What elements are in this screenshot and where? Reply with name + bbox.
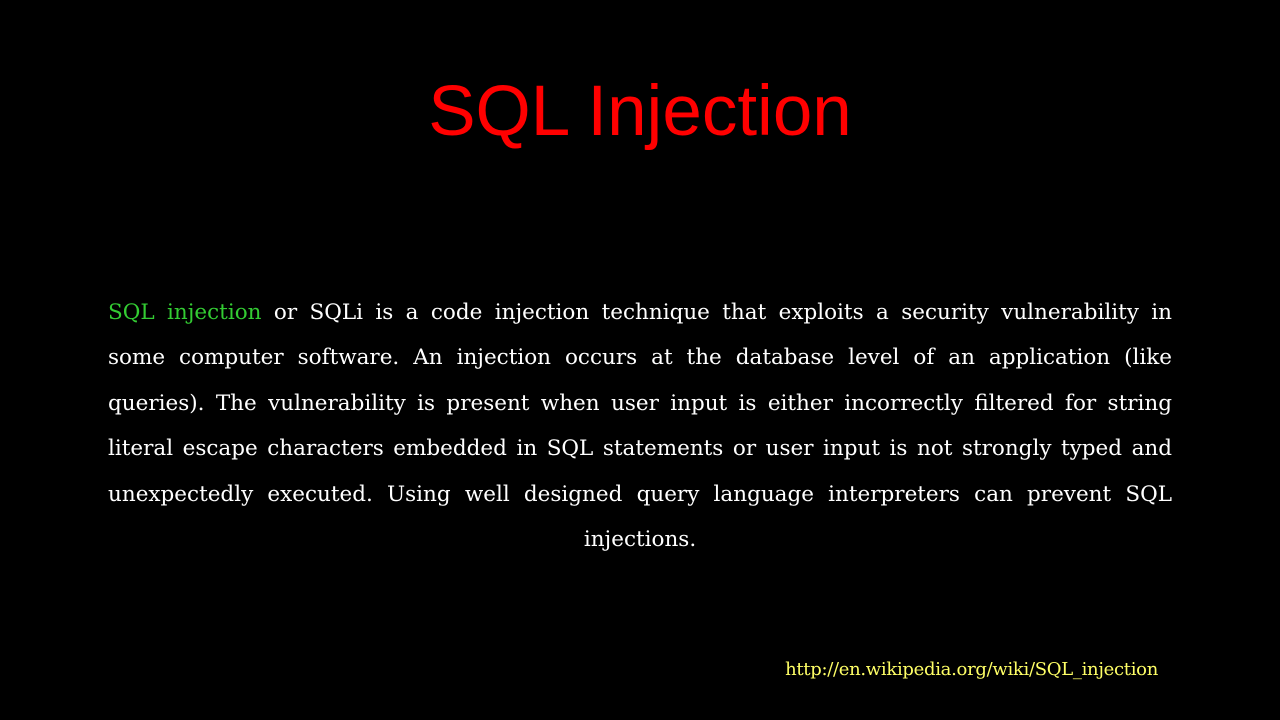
slide-title: SQL Injection [428, 72, 852, 151]
slide: SQL Injection SQL injection or SQLi is a… [0, 0, 1280, 720]
highlighted-term: SQL injection [108, 299, 262, 325]
source-link[interactable]: http://en.wikipedia.org/wiki/SQL_injecti… [785, 656, 1158, 684]
slide-body-paragraph: SQL injection or SQLi is a code injectio… [108, 290, 1172, 564]
body-text: or SQLi is a code injection technique th… [108, 299, 1172, 553]
